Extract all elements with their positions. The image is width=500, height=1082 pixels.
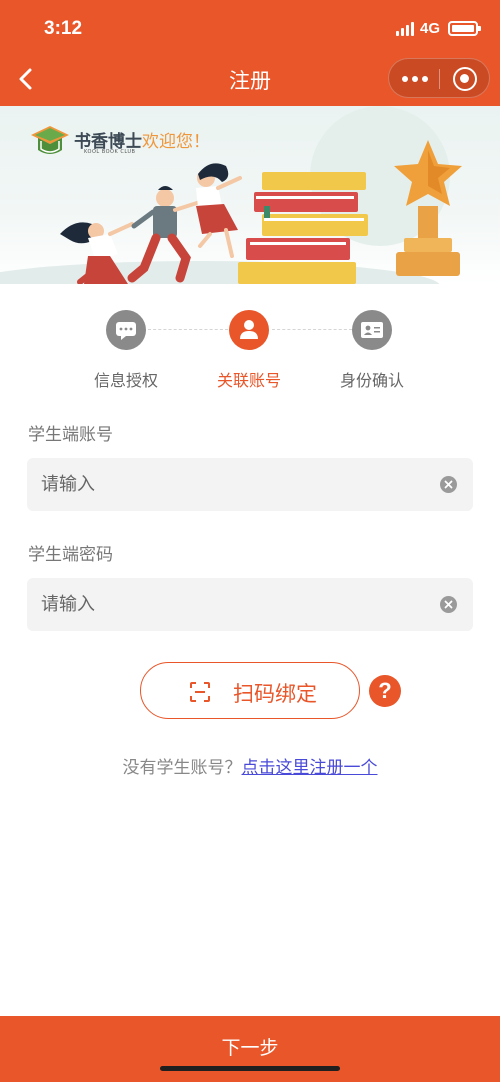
banner-illustration — [0, 106, 462, 284]
signal-icon — [396, 22, 416, 36]
status-bar: 3:12 4G — [0, 0, 500, 56]
password-field — [27, 578, 473, 631]
home-indicator — [160, 1066, 340, 1071]
step-3-circle — [352, 310, 392, 350]
clear-password-button[interactable] — [440, 596, 457, 613]
step-1-label: 信息授权 — [93, 371, 158, 390]
account-input[interactable] — [41, 458, 421, 511]
step-3-label: 身份确认 — [339, 371, 404, 390]
register-prompt: 没有学生账号？点击这里注册一个 — [0, 753, 500, 778]
help-button[interactable]: ? — [369, 675, 401, 707]
status-time: 3:12 — [44, 18, 83, 39]
capsule-divider — [439, 69, 440, 89]
scan-bind-label: 扫码绑定 — [233, 682, 317, 706]
step-connector — [148, 329, 228, 330]
scan-bind-button[interactable]: 扫码绑定 — [140, 662, 360, 719]
password-input[interactable] — [41, 578, 421, 631]
registration-steps: 信息授权 关联账号 身份确认 — [0, 300, 500, 400]
scan-icon — [190, 682, 210, 702]
register-prompt-text: 没有学生账号？ — [122, 758, 242, 778]
network-type: 4G — [420, 20, 441, 37]
battery-icon — [448, 21, 481, 36]
clear-icon — [444, 480, 453, 489]
account-field — [27, 458, 473, 511]
register-link[interactable]: 点击这里注册一个 — [242, 758, 378, 778]
next-step-button[interactable]: 下一步 — [0, 1016, 500, 1082]
password-label: 学生端密码 — [28, 545, 113, 565]
nav-bar: 注册 — [0, 56, 500, 106]
step-connector — [272, 329, 352, 330]
step-2-label: 关联账号 — [216, 371, 281, 390]
more-icon[interactable] — [402, 73, 428, 85]
close-mini-program-icon[interactable] — [453, 67, 477, 91]
header: 3:12 4G 注册 — [0, 0, 500, 106]
step-1-circle — [106, 310, 146, 350]
clear-account-button[interactable] — [440, 476, 457, 493]
id-card-icon — [361, 322, 383, 338]
account-label: 学生端账号 — [28, 425, 113, 445]
step-2-circle — [229, 310, 269, 350]
mini-program-capsule — [388, 58, 490, 98]
chat-bubble-icon — [116, 322, 136, 340]
welcome-banner: 书香博士 欢迎您！ KOOL BOOK CLUB — [0, 106, 500, 284]
user-icon — [240, 320, 258, 339]
clear-icon — [444, 600, 453, 609]
